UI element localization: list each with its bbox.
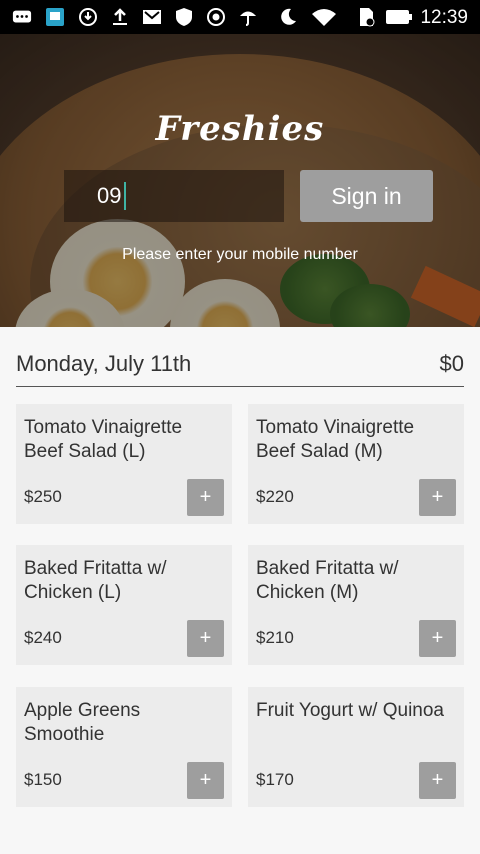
shield-icon — [174, 7, 194, 27]
cart-total: $0 — [439, 351, 464, 376]
item-price: $150 — [24, 770, 62, 789]
wifi-icon — [311, 7, 337, 27]
sign-in-button[interactable]: Sign in — [300, 170, 433, 222]
date-header: Monday, July 11th $0 — [16, 351, 464, 387]
upload-icon — [110, 7, 130, 27]
item-name: Baked Fritatta w/ Chicken (M) — [256, 558, 399, 603]
item-price: $240 — [24, 628, 62, 647]
item-price: $170 — [256, 770, 294, 789]
item-name: Tomato Vinaigrette Beef Salad (L) — [24, 417, 183, 462]
app-icon — [45, 7, 65, 27]
menu-section: Monday, July 11th $0 Tomato Vinaigrette … — [0, 327, 480, 854]
menu-date: Monday, July 11th — [16, 351, 192, 376]
umbrella-icon — [238, 7, 258, 27]
hero-banner: Freshies 09 Sign in Please enter your mo… — [0, 34, 480, 327]
menu-item-card: Tomato Vinaigrette Beef Salad (L) $250 + — [16, 404, 232, 524]
item-name: Apple Greens Smoothie — [24, 700, 141, 745]
add-item-button[interactable]: + — [187, 620, 224, 657]
item-price: $250 — [24, 487, 62, 506]
app-logo: Freshies — [155, 109, 325, 149]
menu-item-card: Tomato Vinaigrette Beef Salad (M) $220 + — [248, 404, 464, 524]
item-price: $210 — [256, 628, 294, 647]
menu-item-card: Baked Fritatta w/ Chicken (L) $240 + — [16, 545, 232, 665]
add-item-button[interactable]: + — [419, 479, 456, 516]
text-caret — [124, 182, 127, 210]
clock: 12:39 — [420, 7, 468, 28]
add-item-button[interactable]: + — [419, 762, 456, 799]
mobile-hint: Please enter your mobile number — [122, 246, 358, 263]
sync-icon — [78, 7, 98, 27]
menu-item-card: Fruit Yogurt w/ Quinoa $170 + — [248, 687, 464, 807]
add-item-button[interactable]: + — [187, 479, 224, 516]
mobile-number-value: 09 — [97, 183, 122, 208]
menu-item-card: Apple Greens Smoothie $150 + — [16, 687, 232, 807]
record-icon — [206, 7, 226, 27]
menu-item-card: Baked Fritatta w/ Chicken (M) $210 + — [248, 545, 464, 665]
moon-icon — [278, 7, 298, 27]
item-name: Baked Fritatta w/ Chicken (L) — [24, 558, 167, 603]
add-item-button[interactable]: + — [419, 620, 456, 657]
item-price: $220 — [256, 487, 294, 506]
item-name: Tomato Vinaigrette Beef Salad (M) — [256, 417, 415, 462]
sim-icon — [356, 7, 376, 27]
status-bar: 12:39 — [0, 0, 480, 34]
item-name: Fruit Yogurt w/ Quinoa — [256, 700, 444, 721]
chat-icon — [12, 7, 32, 27]
battery-icon — [385, 7, 413, 27]
mail-icon — [142, 7, 162, 27]
mobile-number-input[interactable]: 09 — [64, 170, 284, 222]
add-item-button[interactable]: + — [187, 762, 224, 799]
